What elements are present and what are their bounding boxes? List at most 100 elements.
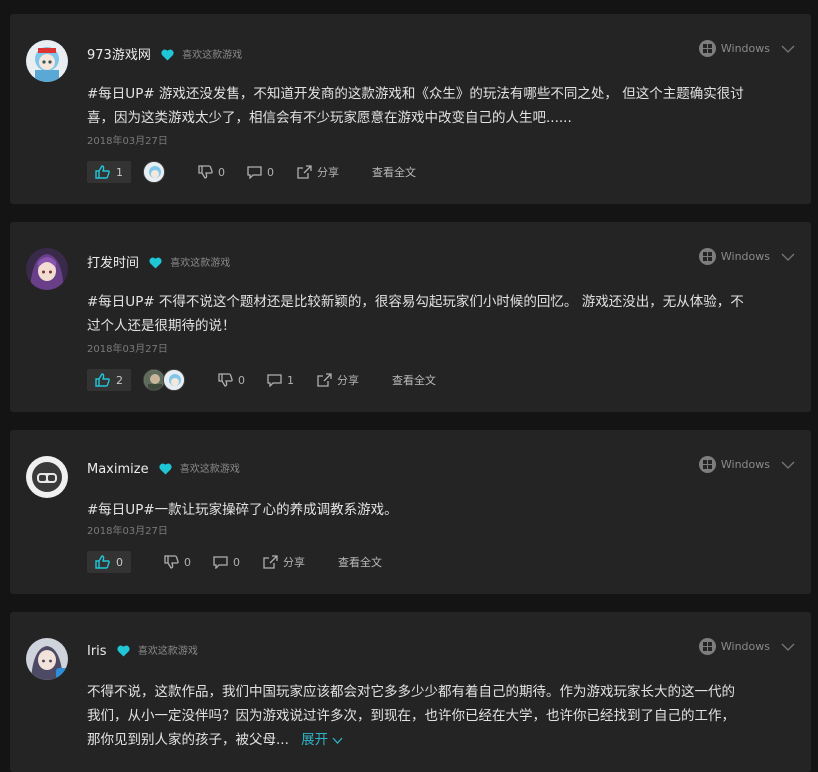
comment-icon [267,373,282,387]
chevron-down-icon [332,737,343,744]
upvote-count: 0 [116,555,123,569]
downvote-button[interactable]: 0 [198,165,225,179]
username-text[interactable]: 打发时间 [87,256,139,271]
comment-icon [213,555,228,569]
review-line: #每日UP# 游戏还没发售，不知道开发商的这款游戏和《众生》的玩法有哪些不同之处… [87,86,744,102]
post-date: 2018年03月27日 [87,136,168,147]
platform-badge: Windows [698,638,795,655]
review-line: 我们，从小一定没伴吗？因为游戏说过许多次，到现在，也许你已经在大学，也许你已经找… [87,708,735,724]
heart-icon [161,49,174,61]
username-text[interactable]: Maximize [87,462,149,477]
comment-button[interactable]: 0 [213,556,240,569]
action-bar: 0 0 0 分享 查看全文 [87,551,382,573]
review-text: 不得不说，这款作品，我们中国玩家应该都会对它多多少少都有着自己的期待。作为游戏玩… [87,680,795,752]
upvote-button[interactable]: 2 [87,369,131,391]
avatar[interactable] [26,40,68,82]
downvote-count: 0 [184,555,191,569]
comment-button[interactable]: 0 [247,166,274,179]
username-text[interactable]: Iris [87,644,107,659]
like-tag: 喜欢这款游戏 [182,50,243,61]
comment-button[interactable]: 1 [267,374,294,387]
review-card: 打发时间 喜欢这款游戏 Windows #每日UP# 不得不说这个题材还是比较新… [10,222,811,412]
username[interactable]: Maximize 喜欢这款游戏 [87,460,240,477]
review-line-text: 那你见到别人家的孩子，被父母... [87,732,289,748]
platform-badge: Windows [698,456,795,473]
upvote-count: 2 [116,373,123,387]
windows-icon [698,638,716,655]
review-line: 不得不说，这款作品，我们中国玩家应该都会对它多多少少都有着自己的期待。作为游戏玩… [87,684,735,700]
downvote-button[interactable]: 0 [164,555,191,569]
avatar[interactable] [26,456,68,498]
thumbs-down-icon [218,373,233,387]
chevron-down-icon[interactable] [781,461,795,469]
upvote-button[interactable]: 1 [87,161,131,183]
voter-avatar[interactable] [143,161,165,183]
chevron-down-icon[interactable] [781,45,795,53]
review-card: Iris 喜欢这款游戏 Windows 不得不说，这款作品，我们中国玩家应该都会… [10,612,811,772]
share-icon [317,373,332,387]
platform-badge: Windows [698,40,795,57]
downvote-count: 0 [218,165,225,179]
share-label: 分享 [337,374,359,387]
share-button[interactable]: 分享 [263,554,305,570]
thumbs-up-icon [95,373,110,387]
comment-icon [247,165,262,179]
read-all-link[interactable]: 查看全文 [372,164,416,180]
windows-icon [698,456,716,473]
comment-count: 0 [233,555,240,569]
comment-count: 1 [287,373,294,387]
share-button[interactable]: 分享 [297,164,339,180]
voter-avatar[interactable] [163,369,185,391]
thumbs-down-icon [164,555,179,569]
thumbs-down-icon [198,165,213,179]
review-card: Maximize 喜欢这款游戏 Windows #每日UP#一款让玩家操碎了心的… [10,430,811,594]
username-text[interactable]: 973游戏网 [87,48,151,63]
review-line: #每日UP# 不得不说这个题材还是比较新颖的，很容易勾起玩家们小时候的回忆。 游… [87,294,744,310]
windows-icon [698,40,716,57]
windows-icon [698,248,716,265]
downvote-button[interactable]: 0 [218,373,245,387]
share-button[interactable]: 分享 [317,372,359,388]
like-tag: 喜欢这款游戏 [137,646,198,657]
share-label: 分享 [317,166,339,179]
platform-label: Windows [720,42,770,55]
heart-icon [117,645,130,657]
heart-icon [149,257,162,269]
review-line: 那你见到别人家的孩子，被父母... 展开 [87,728,795,752]
review-text: #每日UP# 游戏还没发售，不知道开发商的这款游戏和《众生》的玩法有哪些不同之处… [87,82,795,130]
review-text: #每日UP#一款让玩家操碎了心的养成调教系游戏。 [87,498,795,522]
review-line: #每日UP#一款让玩家操碎了心的养成调教系游戏。 [87,502,398,518]
comment-count: 0 [267,165,274,179]
review-card: 973游戏网 喜欢这款游戏 Windows #每日UP# 游戏还没发售，不知道开… [10,14,811,204]
review-line: 过个人还是很期待的说！ [87,318,236,334]
platform-label: Windows [720,640,770,653]
action-bar: 1 0 0 分享 查看全文 [87,161,416,183]
platform-label: Windows [720,250,770,263]
share-icon [263,555,278,569]
read-all-link[interactable]: 查看全文 [338,554,382,570]
upvote-button[interactable]: 0 [87,551,131,573]
review-line: 喜，因为这类游戏太少了，相信会有不少玩家愿意在游戏中改变自己的人生吧...... [87,110,572,126]
review-text: #每日UP# 不得不说这个题材还是比较新颖的，很容易勾起玩家们小时候的回忆。 游… [87,290,795,338]
post-date: 2018年03月27日 [87,344,168,355]
chevron-down-icon[interactable] [781,643,795,651]
heart-icon [159,463,172,475]
username[interactable]: 打发时间 喜欢这款游戏 [87,252,230,271]
username[interactable]: Iris 喜欢这款游戏 [87,642,198,659]
avatar[interactable] [26,248,68,290]
chevron-down-icon[interactable] [781,253,795,261]
like-tag: 喜欢这款游戏 [179,464,240,475]
like-tag: 喜欢这款游戏 [170,258,231,269]
downvote-count: 0 [238,373,245,387]
username[interactable]: 973游戏网 喜欢这款游戏 [87,44,242,63]
platform-label: Windows [720,458,770,471]
expand-link[interactable]: 展开 [301,732,343,748]
platform-badge: Windows [698,248,795,265]
post-date: 2018年03月27日 [87,526,168,537]
avatar[interactable] [26,638,68,680]
voter-avatar[interactable] [143,369,165,391]
thumbs-up-icon [95,165,110,179]
upvote-count: 1 [116,165,123,179]
thumbs-up-icon [95,555,110,569]
read-all-link[interactable]: 查看全文 [392,372,436,388]
